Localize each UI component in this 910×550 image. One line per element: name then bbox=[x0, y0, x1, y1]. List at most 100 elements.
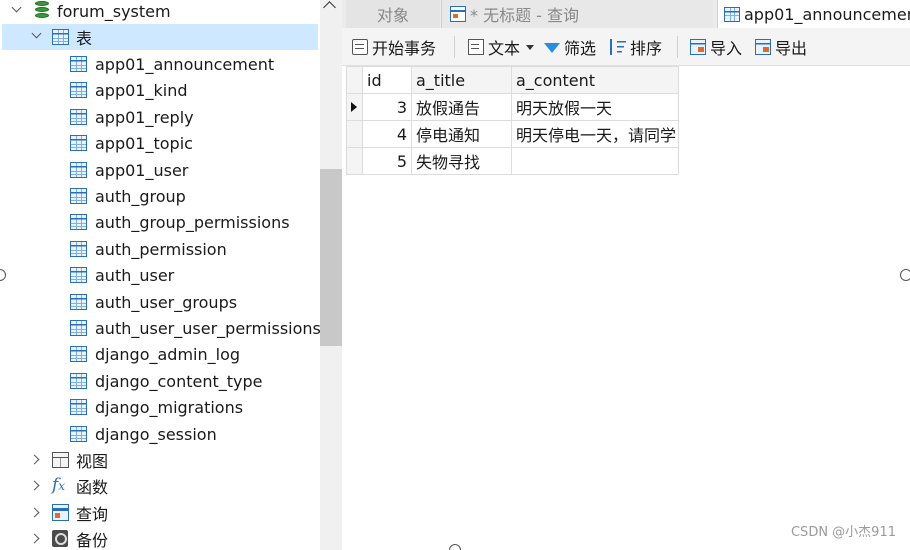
table-icon bbox=[724, 6, 740, 22]
watermark: CSDN @小杰911 bbox=[790, 525, 896, 540]
chevron-down-icon[interactable] bbox=[31, 28, 42, 39]
table-group-icon bbox=[52, 29, 69, 45]
table-name: app01_topic bbox=[95, 133, 193, 153]
table-name: auth_group_permissions bbox=[95, 212, 290, 232]
row-selector[interactable] bbox=[346, 93, 363, 121]
queries-group-label: 查询 bbox=[76, 505, 109, 524]
resize-handle[interactable] bbox=[449, 544, 461, 550]
table-name: django_session bbox=[95, 424, 217, 444]
text-dropdown-button[interactable]: 文本 bbox=[468, 28, 535, 66]
views-group-label: 视图 bbox=[76, 452, 109, 471]
table-row[interactable]: 3 放假通告 明天放假一天 bbox=[346, 93, 679, 121]
data-grid: id a_title a_content 3 放假通告 明天放假一天 4 停电通… bbox=[346, 66, 679, 175]
transaction-icon bbox=[352, 39, 368, 55]
filter-label: 筛选 bbox=[564, 39, 597, 58]
filter-button[interactable]: 筛选 bbox=[544, 28, 596, 66]
table-name: django_migrations bbox=[95, 397, 244, 417]
table-icon bbox=[70, 346, 87, 362]
function-icon: fx bbox=[52, 475, 66, 495]
toolbar-divider bbox=[677, 36, 678, 58]
cell-a-title[interactable]: 放假通告 bbox=[411, 93, 512, 121]
cell-id[interactable]: 3 bbox=[362, 93, 412, 121]
table-name: app01_announcement bbox=[95, 54, 275, 74]
column-header-a-title[interactable]: a_title bbox=[411, 66, 512, 94]
scroll-up-icon[interactable] bbox=[323, 1, 336, 14]
sort-button[interactable]: 排序 bbox=[610, 28, 662, 66]
import-label: 导入 bbox=[710, 39, 743, 58]
table-icon bbox=[70, 320, 87, 336]
cell-a-content[interactable]: 明天放假一天 bbox=[511, 93, 679, 121]
tab-table[interactable]: app01_announcement bbox=[717, 0, 910, 28]
table-name: auth_user_groups bbox=[95, 292, 238, 312]
chevron-right-icon[interactable] bbox=[29, 480, 40, 491]
begin-transaction-button[interactable]: 开始事务 bbox=[352, 28, 436, 66]
tab-objects-label: 对象 bbox=[376, 6, 409, 25]
navigation-tree: forum_system 表 app01_announcement app01_… bbox=[0, 0, 342, 550]
query-icon bbox=[450, 6, 466, 22]
functions-group-label: 函数 bbox=[76, 478, 109, 497]
tab-objects[interactable]: 对象 bbox=[346, 0, 440, 28]
table-icon bbox=[70, 373, 87, 389]
data-grid-area: id a_title a_content 3 放假通告 明天放假一天 4 停电通… bbox=[342, 66, 910, 550]
chevron-right-icon[interactable] bbox=[29, 454, 40, 465]
table-icon bbox=[70, 399, 87, 415]
table-icon bbox=[70, 426, 87, 442]
column-header-id[interactable]: id bbox=[362, 66, 412, 94]
current-row-arrow-icon bbox=[351, 102, 357, 112]
table-toolbar: 开始事务 文本 筛选 排序 导入 导出 bbox=[342, 28, 910, 66]
cell-id[interactable]: 4 bbox=[362, 120, 412, 148]
scrollbar-thumb[interactable] bbox=[320, 169, 342, 346]
begin-transaction-label: 开始事务 bbox=[372, 39, 437, 58]
row-selector-header[interactable] bbox=[346, 66, 363, 94]
table-icon bbox=[70, 241, 87, 257]
table-name: django_admin_log bbox=[95, 344, 241, 364]
table-icon bbox=[70, 82, 87, 98]
export-icon bbox=[755, 39, 771, 55]
row-selector[interactable] bbox=[346, 147, 363, 175]
row-selector[interactable] bbox=[346, 120, 363, 148]
chevron-right-icon[interactable] bbox=[29, 507, 40, 518]
column-header-a-content[interactable]: a_content bbox=[511, 66, 679, 94]
table-icon bbox=[70, 162, 87, 178]
table-name: app01_kind bbox=[95, 80, 188, 100]
cell-id[interactable]: 5 bbox=[362, 147, 412, 175]
tab-query-label: * 无标题 - 查询 bbox=[470, 6, 580, 25]
tables-group-label: 表 bbox=[76, 29, 93, 48]
database-icon bbox=[35, 1, 49, 19]
query-icon bbox=[52, 504, 69, 521]
table-icon bbox=[70, 188, 87, 204]
sort-label: 排序 bbox=[630, 39, 663, 58]
export-button[interactable]: 导出 bbox=[755, 28, 807, 66]
chevron-right-icon[interactable] bbox=[29, 533, 40, 544]
cell-a-content[interactable] bbox=[511, 147, 679, 175]
backup-icon bbox=[52, 530, 68, 547]
table-name: auth_user_user_permissions bbox=[95, 318, 321, 338]
tree-scrollbar[interactable] bbox=[320, 0, 342, 550]
cell-a-content[interactable]: 明天停电一天，请同学 bbox=[511, 120, 679, 148]
text-icon bbox=[468, 39, 484, 55]
chevron-down-icon[interactable] bbox=[11, 2, 22, 13]
toolbar-divider bbox=[454, 36, 455, 58]
table-row[interactable]: 4 停电通知 明天停电一天，请同学 bbox=[346, 120, 679, 148]
table-icon bbox=[70, 267, 87, 283]
table-icon bbox=[70, 109, 87, 125]
filter-icon bbox=[544, 43, 560, 53]
import-button[interactable]: 导入 bbox=[690, 28, 742, 66]
export-label: 导出 bbox=[775, 39, 808, 58]
table-row[interactable]: 5 失物寻找 bbox=[346, 147, 679, 175]
table-name: django_content_type bbox=[95, 371, 263, 391]
import-icon bbox=[690, 39, 706, 55]
backups-group-label: 备份 bbox=[76, 531, 109, 550]
table-name: app01_user bbox=[95, 160, 189, 180]
table-name: auth_permission bbox=[95, 239, 227, 259]
text-label: 文本 bbox=[488, 39, 521, 58]
resize-handle[interactable] bbox=[900, 269, 910, 281]
cell-a-title[interactable]: 停电通知 bbox=[411, 120, 512, 148]
cell-a-title[interactable]: 失物寻找 bbox=[411, 147, 512, 175]
tab-query[interactable]: * 无标题 - 查询 bbox=[441, 0, 713, 28]
table-icon bbox=[70, 214, 87, 230]
table-icon bbox=[70, 56, 87, 72]
database-name: forum_system bbox=[57, 1, 171, 21]
table-icon bbox=[70, 135, 87, 151]
tree-item-tables[interactable]: 表 bbox=[2, 24, 318, 50]
